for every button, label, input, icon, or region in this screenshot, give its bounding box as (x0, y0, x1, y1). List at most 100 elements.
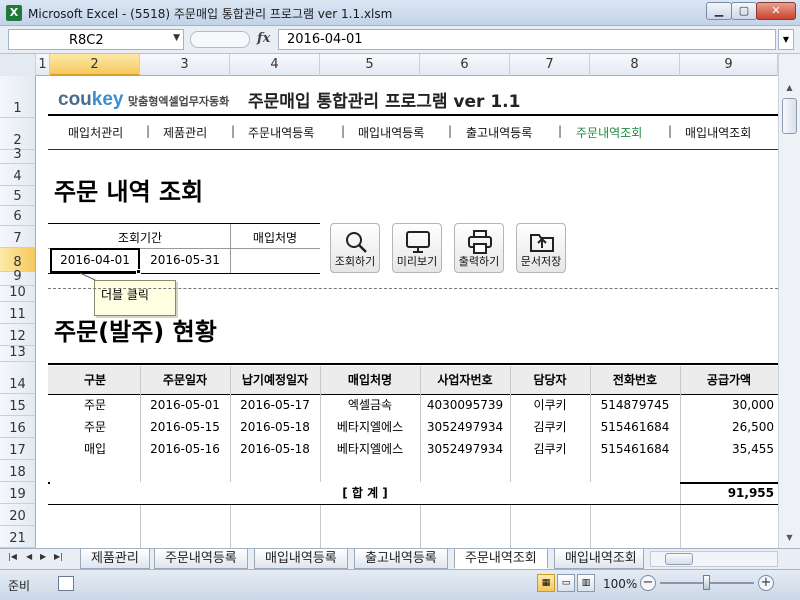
minimize-button[interactable]: ▁ (706, 2, 732, 20)
row-header[interactable]: 19 (0, 482, 36, 504)
excel-icon[interactable]: X (6, 5, 22, 21)
table-cell[interactable]: 김쿠키 (510, 438, 590, 460)
row-header[interactable]: 12 (0, 324, 36, 346)
insert-function-icon[interactable]: fx (257, 31, 270, 46)
table-cell[interactable]: 김쿠키 (510, 416, 590, 438)
row-header[interactable]: 7 (0, 226, 36, 248)
row-header[interactable]: 4 (0, 164, 36, 186)
table-cell[interactable]: 매입 (50, 438, 140, 460)
vertical-scrollbar[interactable]: ▲ ▼ (778, 54, 800, 548)
menu-item-purchase-entry[interactable]: 매입내역등록 (358, 124, 424, 141)
end-date-cell[interactable]: 2016-05-31 (140, 249, 230, 272)
table-cell[interactable]: 515461684 (590, 438, 680, 460)
sheet-tab[interactable]: 주문내역등록 (154, 549, 248, 569)
column-header[interactable]: 1 (36, 54, 50, 76)
formula-input[interactable]: 2016-04-01 (278, 29, 776, 50)
table-cell[interactable]: 2016-05-18 (230, 416, 320, 438)
menu-item-product[interactable]: 제품관리 (163, 124, 207, 141)
table-cell[interactable]: 베타지엘에스 (320, 438, 420, 460)
name-box[interactable]: R8C2 ▼ (8, 29, 184, 50)
row-header[interactable]: 17 (0, 438, 36, 460)
table-cell[interactable]: 515461684 (590, 416, 680, 438)
table-cell[interactable]: 2016-05-18 (230, 438, 320, 460)
page-break-view-icon[interactable]: ▥ (577, 574, 595, 592)
column-header[interactable]: 7 (510, 54, 590, 76)
horizontal-scrollbar[interactable] (650, 551, 778, 567)
row-header[interactable]: 6 (0, 206, 36, 226)
normal-view-icon[interactable]: ▦ (537, 574, 555, 592)
zoom-in-icon[interactable]: + (758, 575, 774, 591)
table-cell[interactable]: 30,000 (680, 394, 774, 416)
table-cell[interactable]: 2016-05-16 (140, 438, 230, 460)
row-header[interactable]: 14 (0, 362, 36, 394)
expand-formula-bar-icon[interactable]: ▼ (778, 29, 794, 50)
menu-item-shipping-entry[interactable]: 출고내역등록 (466, 124, 532, 141)
scrollbar-thumb[interactable] (665, 553, 693, 565)
row-header[interactable]: 3 (0, 147, 36, 164)
table-cell[interactable]: 2016-05-17 (230, 394, 320, 416)
menu-item-vendor[interactable]: 매입처관리 (68, 124, 123, 141)
last-sheet-icon[interactable]: ▶| (54, 552, 63, 561)
scroll-up-icon[interactable]: ▲ (781, 80, 798, 96)
table-cell[interactable]: 4030095739 (420, 394, 510, 416)
row-header[interactable]: 13 (0, 345, 36, 362)
sheet-tab[interactable]: 제품관리 (80, 549, 150, 569)
column-header[interactable]: 5 (320, 54, 420, 76)
column-header[interactable]: 6 (420, 54, 510, 76)
row-header[interactable]: 9 (0, 269, 36, 286)
row-header[interactable]: 5 (0, 186, 36, 206)
select-all-corner[interactable] (0, 54, 36, 76)
worksheet[interactable]: coukey 맞춤형엑셀업무자동화 주문매입 통합관리 프로그램 ver 1.1… (36, 76, 778, 548)
row-header[interactable]: 11 (0, 302, 36, 324)
table-cell[interactable]: 2016-05-15 (140, 416, 230, 438)
chevron-down-icon[interactable]: ▼ (173, 33, 180, 43)
close-button[interactable]: ✕ (756, 2, 796, 20)
scrollbar-thumb[interactable] (782, 98, 797, 134)
row-header[interactable]: 18 (0, 460, 36, 482)
print-button[interactable]: 출력하기 (454, 223, 504, 273)
first-sheet-icon[interactable]: |◀ (8, 552, 17, 561)
table-cell[interactable]: 엑셀금속 (320, 394, 420, 416)
zoom-level[interactable]: 100% (603, 577, 637, 591)
row-header[interactable]: 15 (0, 394, 36, 416)
table-cell[interactable]: 주문 (50, 394, 140, 416)
save-document-button[interactable]: 문서저장 (516, 223, 566, 273)
table-cell[interactable]: 3052497934 (420, 416, 510, 438)
row-header[interactable]: 20 (0, 504, 36, 526)
row-header[interactable]: 2 (0, 118, 36, 150)
table-cell[interactable]: 35,455 (680, 438, 774, 460)
row-header[interactable]: 16 (0, 416, 36, 438)
menu-item-purchase-search[interactable]: 매입내역조회 (685, 124, 751, 141)
table-cell[interactable]: 주문 (50, 416, 140, 438)
fill-handle[interactable] (136, 269, 141, 274)
page-layout-view-icon[interactable]: ▭ (557, 574, 575, 592)
maximize-button[interactable]: ▢ (731, 2, 757, 20)
column-header-selected[interactable]: 2 (50, 54, 140, 76)
macro-record-icon[interactable] (58, 576, 74, 591)
preview-button[interactable]: 미리보기 (392, 223, 442, 273)
sheet-tab[interactable]: 매입내역등록 (254, 549, 348, 569)
column-header[interactable]: 8 (590, 54, 680, 76)
row-header[interactable]: 10 (0, 285, 36, 302)
scroll-down-icon[interactable]: ▼ (781, 530, 798, 546)
table-cell[interactable]: 514879745 (590, 394, 680, 416)
zoom-out-icon[interactable]: − (640, 575, 656, 591)
menu-item-order-search[interactable]: 주문내역조회 (576, 124, 642, 141)
column-header[interactable]: 9 (680, 54, 778, 76)
table-cell[interactable]: 2016-05-01 (140, 394, 230, 416)
row-header[interactable]: 21 (0, 526, 36, 548)
column-header[interactable]: 4 (230, 54, 320, 76)
search-button[interactable]: 조회하기 (330, 223, 380, 273)
table-cell[interactable]: 이쿠키 (510, 394, 590, 416)
row-header[interactable]: 1 (0, 76, 36, 118)
formula-bar-resize-handle[interactable] (190, 31, 250, 48)
prev-sheet-icon[interactable]: ◀ (26, 552, 32, 561)
sheet-tab[interactable]: 매입내역조회 (554, 549, 644, 569)
table-cell[interactable]: 26,500 (680, 416, 774, 438)
zoom-slider-thumb[interactable] (703, 575, 710, 590)
table-cell[interactable]: 베타지엘에스 (320, 416, 420, 438)
menu-item-order-entry[interactable]: 주문내역등록 (248, 124, 314, 141)
column-header[interactable]: 3 (140, 54, 230, 76)
next-sheet-icon[interactable]: ▶ (40, 552, 46, 561)
sheet-tab[interactable]: 출고내역등록 (354, 549, 448, 569)
